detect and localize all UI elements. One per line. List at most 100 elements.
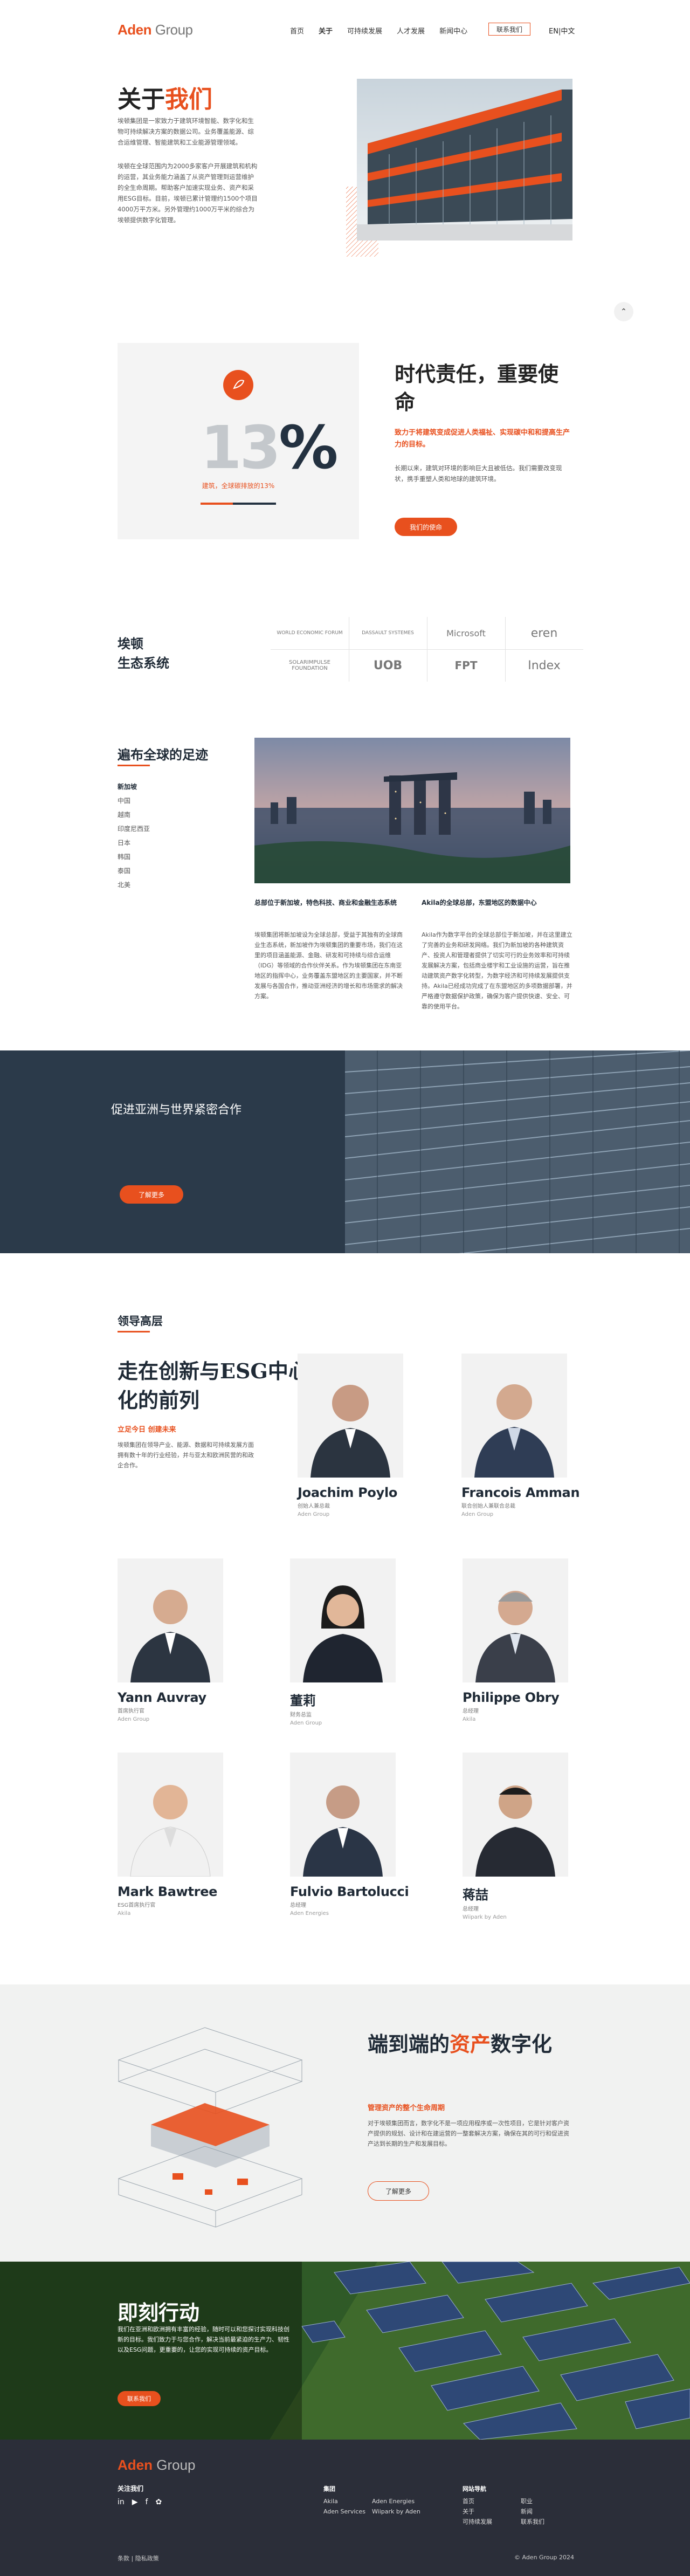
nav-sustainability[interactable]: 可持续发展 bbox=[347, 25, 382, 36]
leader-role: 总经理 bbox=[290, 1902, 306, 1908]
legal-links[interactable]: 条款 | 隐私政策 bbox=[118, 2554, 159, 2563]
leader-portrait bbox=[461, 1354, 567, 1478]
leaf-drop-icon bbox=[223, 370, 253, 400]
region-item-north-america[interactable]: 北美 bbox=[118, 878, 150, 892]
leader-role: 联合创始人兼联合总裁 bbox=[461, 1503, 515, 1509]
leader-company: Wiipark by Aden bbox=[463, 1914, 507, 1920]
region-item-singapore[interactable]: 新加坡 bbox=[118, 780, 150, 794]
leader-card[interactable]: Philippe Obry 总经理 Akila bbox=[463, 1558, 570, 1723]
leader-card[interactable]: 蒋喆 总经理 Wiipark by Aden bbox=[463, 1753, 570, 1921]
region-item-korea[interactable]: 韩国 bbox=[118, 850, 150, 864]
leader-card[interactable]: Fulvio Bartolucci 总经理 Aden Energies bbox=[290, 1753, 409, 1918]
nav-talent[interactable]: 人才发展 bbox=[397, 25, 425, 36]
site-footer: Aden Group 关注我们 in ▶ f ✿ 集团 Akila Aden S… bbox=[0, 2440, 690, 2576]
leader-name: Francois Amman bbox=[461, 1485, 580, 1500]
footer-link-sustainability[interactable]: 可持续发展 bbox=[463, 2517, 492, 2527]
aden-logo[interactable]: Aden Group bbox=[118, 22, 193, 38]
responsibility-subtitle: 致力于将建筑变成促进人类福祉、实现碳中和和提高生产力的目标。 bbox=[395, 429, 570, 449]
footer-link-aden-energies[interactable]: Aden Energies bbox=[372, 2496, 420, 2506]
leader-role: 总经理 bbox=[463, 1708, 479, 1714]
footprint-col1-text: 埃顿集团将新加坡设为全球总部，受益于其独有的全球商业生态系统，新加坡作为埃顿集团… bbox=[254, 931, 403, 1000]
hero-building-image bbox=[346, 79, 572, 257]
footer-link-careers[interactable]: 职业 bbox=[521, 2496, 544, 2506]
footer-link-aden-services[interactable]: Aden Services bbox=[323, 2506, 365, 2517]
footprint-col2-text: Akila作为数字平台的全球总部位于新加坡，并在这里建立了完善的业务和研发网络。… bbox=[422, 931, 572, 1010]
footer-logo[interactable]: Aden Group bbox=[118, 2457, 196, 2474]
digital-section bbox=[0, 1984, 690, 2262]
leader-portrait bbox=[463, 1558, 568, 1682]
partner-logo-dassault: DASSAULT SYSTEMES bbox=[362, 630, 414, 636]
wechat-icon[interactable]: ✿ bbox=[155, 2498, 162, 2506]
carbon-stat-number: 13% bbox=[201, 413, 338, 482]
nav-news[interactable]: 新闻中心 bbox=[439, 25, 467, 36]
about-title: 关于我们 bbox=[118, 86, 212, 113]
carbon-stat-caption: 建筑，全球碳排放的13% bbox=[202, 482, 275, 490]
footer-link-wiipark[interactable]: Wiipark by Aden bbox=[372, 2506, 420, 2517]
region-item-japan[interactable]: 日本 bbox=[118, 836, 150, 850]
contact-us-button[interactable]: 联系我们 bbox=[118, 2391, 161, 2406]
region-item-china[interactable]: 中国 bbox=[118, 794, 150, 808]
main-nav: 首页 关于 可持续发展 人才发展 新闻中心 bbox=[290, 25, 482, 36]
carbon-stat-card: 13% 建筑，全球碳排放的13% bbox=[118, 343, 359, 539]
footer-link-home[interactable]: 首页 bbox=[463, 2496, 492, 2506]
learn-more-button[interactable]: 了解更多 bbox=[120, 1185, 183, 1204]
leader-company: Akila bbox=[463, 1716, 476, 1722]
footprint-col2-heading: Akila的全球总部，东盟地区的数据中心 bbox=[422, 899, 537, 906]
region-item-indonesia[interactable]: 印度尼西亚 bbox=[118, 822, 150, 836]
partner-logo-eren: eren bbox=[530, 626, 558, 640]
ecosystem-title: 埃顿 生态系统 bbox=[118, 636, 169, 671]
leadership-title: 走在创新与ESG中心化的前列 bbox=[118, 1359, 309, 1412]
leader-portrait bbox=[463, 1753, 568, 1877]
footprint-title: 遍布全球的足迹 bbox=[118, 747, 208, 763]
nav-home[interactable]: 首页 bbox=[290, 25, 304, 36]
leader-card[interactable]: 董莉 财务总监 Aden Group bbox=[290, 1558, 398, 1727]
linkedin-icon[interactable]: in bbox=[118, 2498, 125, 2506]
leader-card[interactable]: Mark Bawtree ESG首席执行官 Akila bbox=[118, 1753, 225, 1918]
leader-card[interactable]: Joachim Poylo 创始人兼总裁 Aden Group bbox=[298, 1354, 405, 1519]
copyright-text: © Aden Group 2024 bbox=[514, 2554, 575, 2561]
leadership-paragraph: 埃顿集团在领导产业、能源、数据和可持续发展方面拥有数十年的行业经验，并与亚太和欧… bbox=[118, 1441, 254, 1469]
leader-company: Aden Energies bbox=[290, 1911, 329, 1916]
leader-role: 财务总监 bbox=[290, 1712, 312, 1718]
about-paragraph-1: 埃顿集团是一家致力于建筑环境智能、数字化和生物可持续解决方案的数据公司。业务覆盖… bbox=[118, 117, 254, 146]
our-mission-button[interactable]: 我们的使命 bbox=[395, 518, 457, 536]
region-item-thailand[interactable]: 泰国 bbox=[118, 864, 150, 878]
partner-logo-fpt: FPT bbox=[454, 659, 478, 672]
region-item-vietnam[interactable]: 越南 bbox=[118, 808, 150, 822]
responsibility-title: 时代责任，重要使命 bbox=[395, 362, 559, 414]
footer-link-news[interactable]: 新闻 bbox=[521, 2506, 544, 2517]
singapore-skyline-image bbox=[254, 738, 570, 883]
title-underline bbox=[118, 1331, 150, 1332]
band-heading: 促进亚洲与世界紧密合作 bbox=[111, 1103, 242, 1117]
leader-card[interactable]: Francois Amman 联合创始人兼联合总裁 Aden Group bbox=[461, 1354, 580, 1519]
site-header: Aden Group 首页 关于 可持续发展 人才发展 新闻中心 联系我们 EN… bbox=[0, 0, 690, 59]
chevron-up-icon: ⌃ bbox=[620, 307, 627, 316]
leader-name: Joachim Poylo bbox=[298, 1485, 398, 1500]
footer-link-akila[interactable]: Akila bbox=[323, 2496, 365, 2506]
footer-link-contact[interactable]: 联系我们 bbox=[521, 2517, 544, 2527]
act-now-section bbox=[0, 2262, 690, 2440]
title-underline bbox=[118, 765, 150, 766]
leader-name: Yann Auvray bbox=[118, 1690, 206, 1705]
partner-logo-grid: WORLD ECONOMIC FORUM DASSAULT SYSTEMES M… bbox=[271, 617, 583, 682]
footprint-col1-heading: 总部位于新加坡，特色科技、商业和金融生态系统 bbox=[254, 899, 397, 906]
learn-more-outline-button[interactable]: 了解更多 bbox=[368, 2181, 429, 2201]
leader-portrait bbox=[118, 1753, 223, 1877]
youtube-icon[interactable]: ▶ bbox=[132, 2498, 138, 2506]
leader-portrait bbox=[298, 1354, 403, 1478]
footer-link-about[interactable]: 关于 bbox=[463, 2506, 492, 2517]
leader-name: Mark Bawtree bbox=[118, 1884, 218, 1899]
scroll-to-top-button[interactable]: ⌃ bbox=[614, 302, 633, 321]
leader-name: Philippe Obry bbox=[463, 1690, 560, 1705]
nav-about[interactable]: 关于 bbox=[319, 25, 333, 36]
contact-us-button[interactable]: 联系我们 bbox=[488, 23, 530, 36]
footer-nav-column: 网站导航 首页 关于 可持续发展 bbox=[463, 2484, 492, 2527]
digital-paragraph: 对于埃顿集团而言，数字化不是一项应用程序或一次性项目，它是针对客户资产提供的规划… bbox=[368, 2120, 569, 2147]
leader-name: Fulvio Bartolucci bbox=[290, 1884, 409, 1899]
follow-us-label: 关注我们 bbox=[118, 2485, 144, 2492]
language-switch[interactable]: EN|中文 bbox=[549, 25, 575, 36]
leader-card[interactable]: Yann Auvray 首席执行官 Aden Group bbox=[118, 1558, 225, 1723]
facebook-icon[interactable]: f bbox=[146, 2498, 148, 2506]
leadership-label: 领导高层 bbox=[118, 1315, 163, 1328]
digital-subtitle: 管理资产的整个生命周期 bbox=[368, 2104, 445, 2112]
